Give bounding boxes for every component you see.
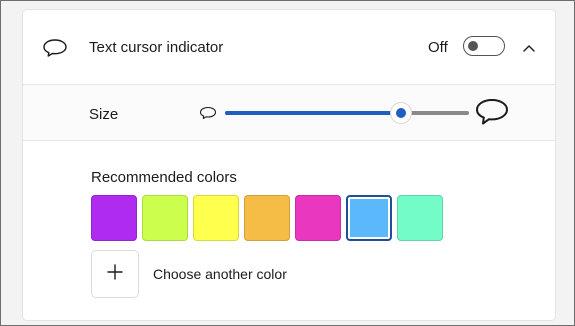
size-label: Size [89, 106, 119, 123]
color-swatch-4[interactable] [244, 195, 290, 241]
color-swatches [91, 195, 443, 241]
slider-fill [225, 111, 401, 115]
color-swatch-3[interactable] [193, 195, 239, 241]
text-cursor-indicator-toggle[interactable] [463, 36, 505, 56]
slider-thumb[interactable] [390, 103, 411, 123]
section-title: Text cursor indicator [89, 39, 224, 56]
size-slider[interactable] [225, 103, 469, 123]
divider [23, 140, 555, 141]
color-swatch-5[interactable] [295, 195, 341, 241]
text-cursor-indicator-header[interactable]: Text cursor indicator Off [23, 10, 555, 84]
speech-bubble-large-icon [475, 98, 509, 131]
speech-bubble-icon [42, 38, 68, 63]
color-swatch-7[interactable] [397, 195, 443, 241]
choose-another-color-button[interactable] [91, 250, 139, 298]
text-cursor-indicator-panel: Text cursor indicator Off Size Recommend… [22, 9, 556, 321]
choose-another-color-label[interactable]: Choose another color [153, 266, 287, 282]
toggle-state-label: Off [428, 39, 448, 56]
speech-bubble-small-icon [199, 106, 217, 125]
color-swatch-1[interactable] [91, 195, 137, 241]
recommended-colors-label: Recommended colors [91, 169, 237, 186]
color-swatch-6[interactable] [346, 195, 392, 241]
chevron-up-icon[interactable] [522, 40, 536, 58]
plus-icon [106, 263, 124, 286]
toggle-knob [468, 41, 478, 51]
color-swatch-2[interactable] [142, 195, 188, 241]
